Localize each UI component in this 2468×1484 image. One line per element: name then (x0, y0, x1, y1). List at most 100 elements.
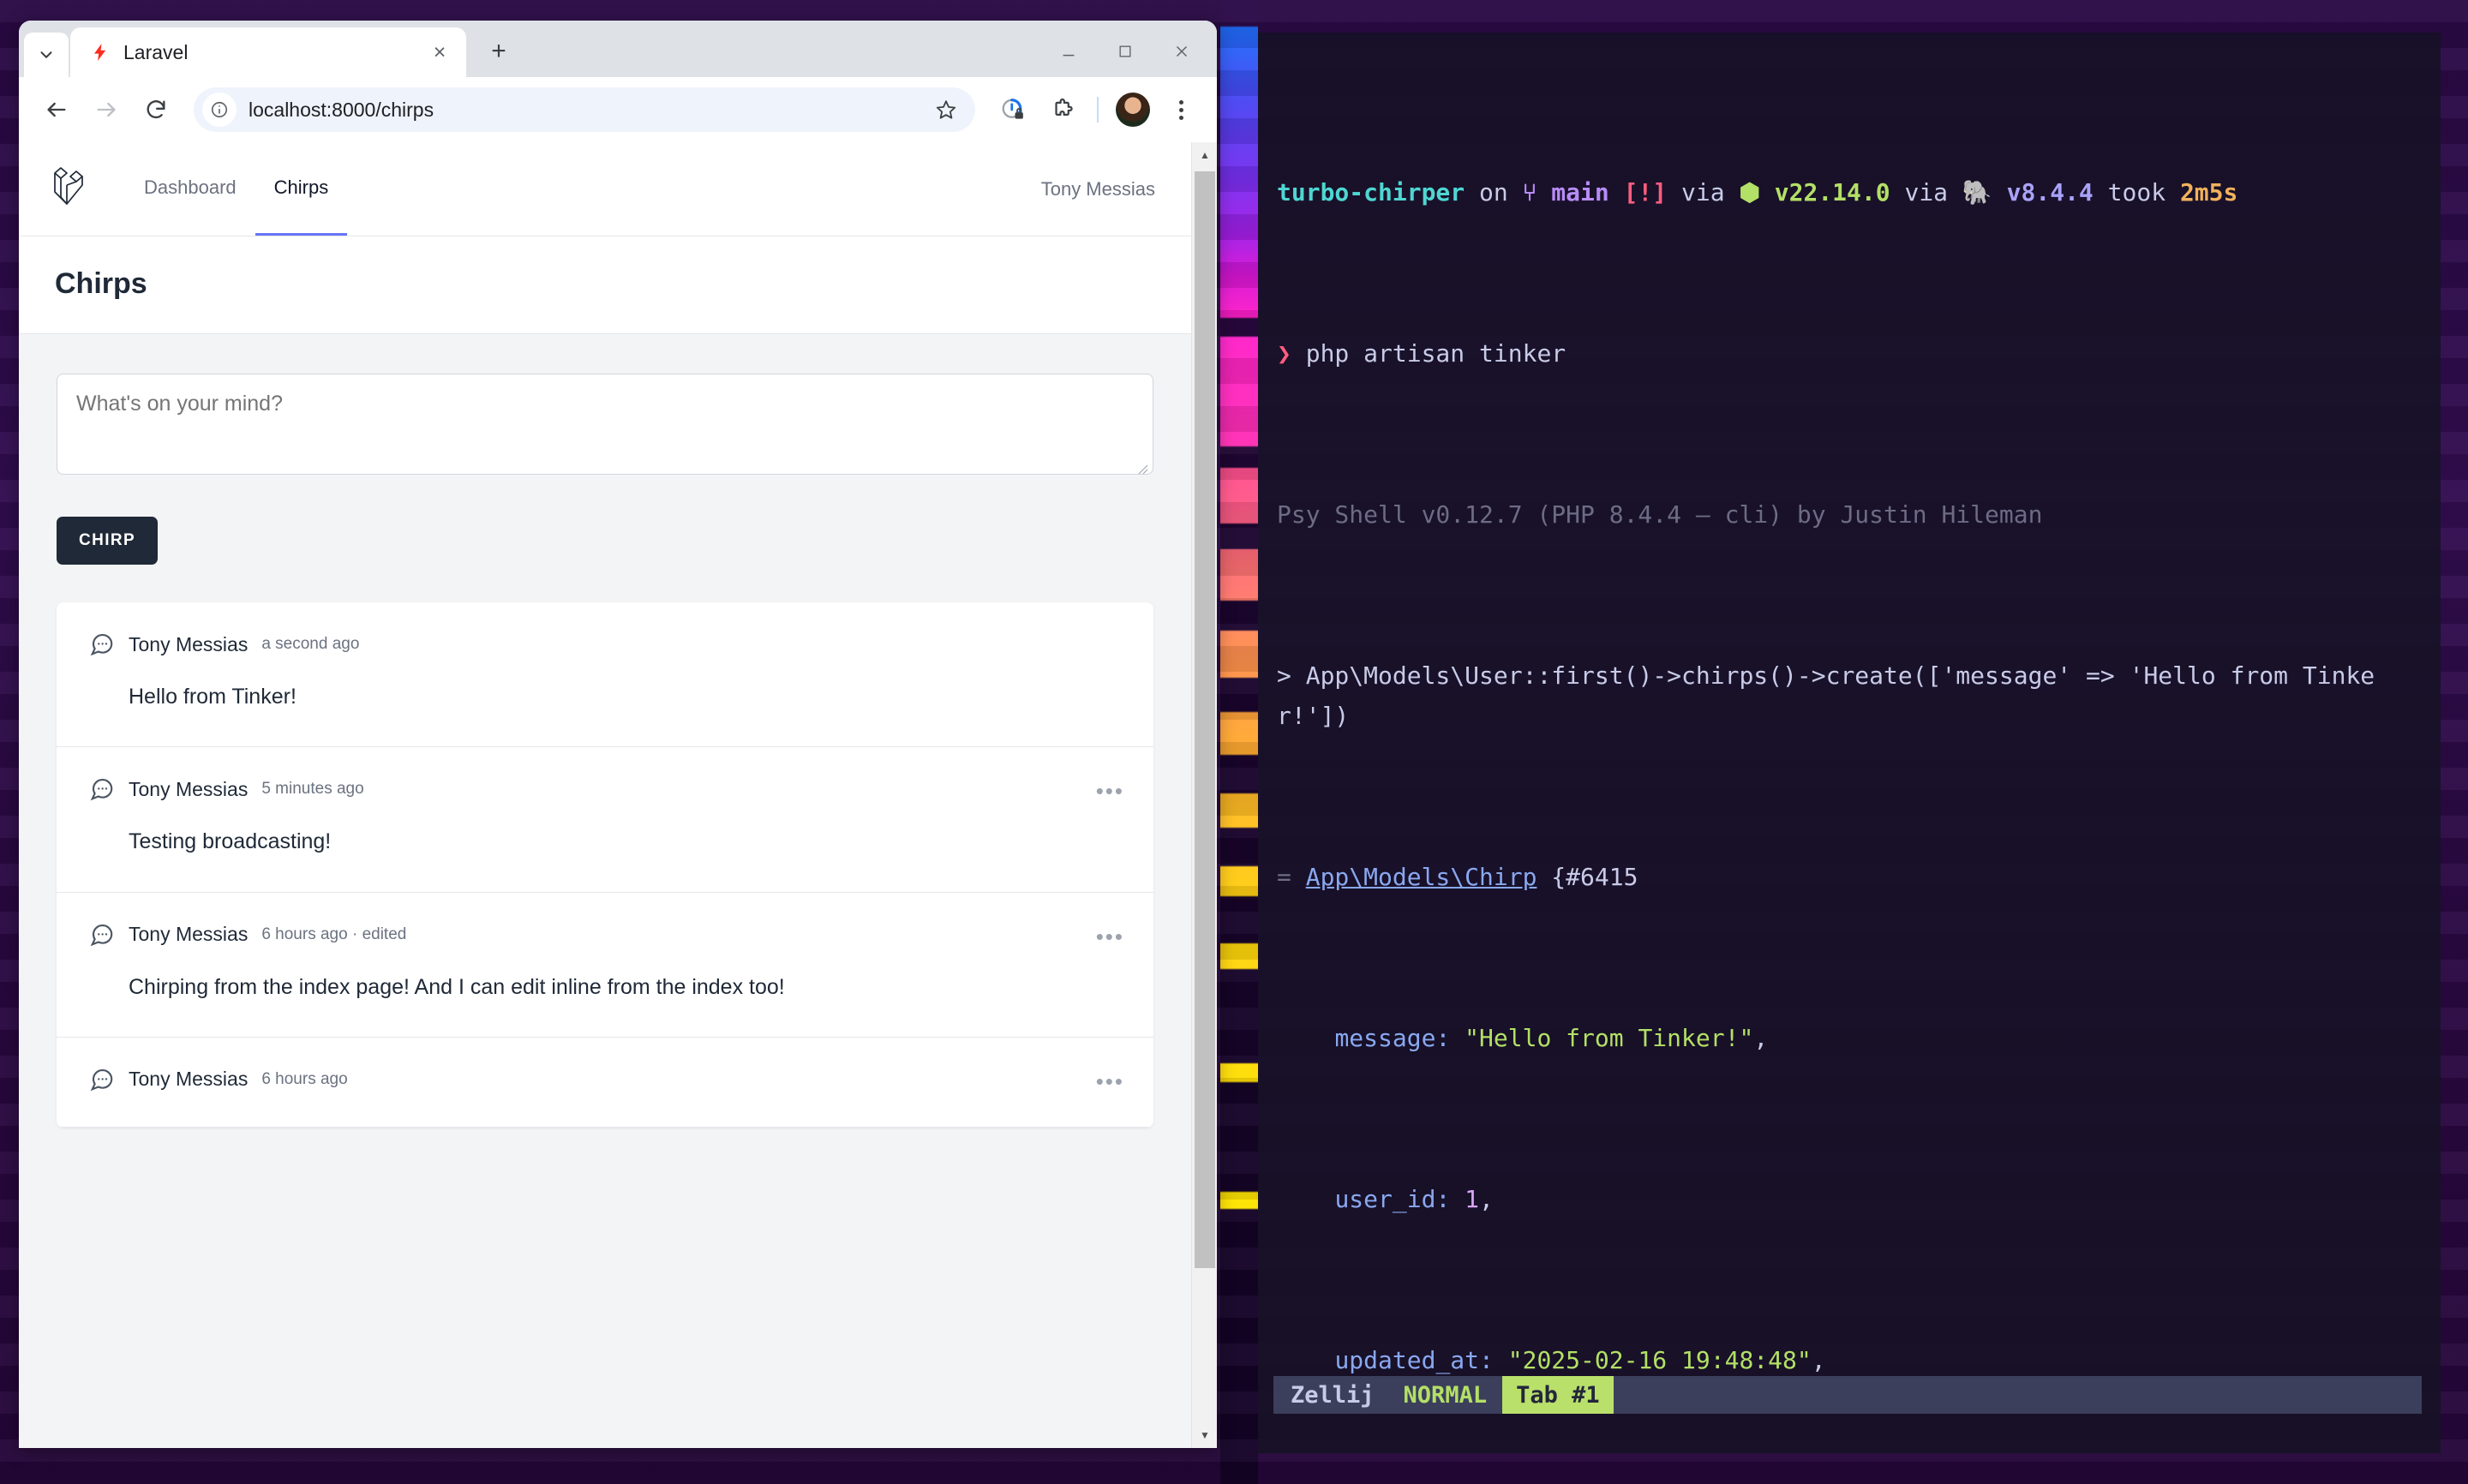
chirp-header: Tony Messias a second ago (89, 631, 1121, 657)
zellij-status-bar: Zellij NORMAL Tab #1 (1273, 1376, 2422, 1414)
psysh-input-expression: App\Models\User::first()->chirps()->crea… (1277, 661, 2375, 730)
prompt-via-1: via (1681, 178, 1725, 206)
scroll-up-arrow-icon[interactable]: ▲ (1192, 142, 1217, 168)
prompt-duration: 2m5s (2179, 178, 2238, 206)
psysh-result-symbol: = (1277, 863, 1291, 891)
laravel-logo[interactable] (51, 166, 89, 212)
chirp-list: Tony Messias a second ago Hello from Tin… (57, 602, 1153, 1128)
prompt-on: on (1479, 178, 1508, 206)
reload-icon[interactable] (134, 87, 178, 132)
scroll-down-arrow-icon[interactable]: ▼ (1192, 1422, 1217, 1448)
chirp-timestamp: 5 minutes ago (261, 780, 364, 799)
zellij-mode: NORMAL (1403, 1381, 1488, 1409)
back-icon[interactable] (34, 87, 79, 132)
app-navbar: Dashboard Chirps Tony Messias (19, 142, 1191, 236)
chat-bubble-icon (89, 776, 115, 802)
prompt-via-2: via (1904, 178, 1949, 206)
minimize-window-icon[interactable] (1040, 33, 1097, 70)
extensions-puzzle-icon[interactable] (1040, 87, 1085, 132)
page-title: Chirps (55, 267, 147, 300)
zellij-tab[interactable]: Tab #1 (1502, 1376, 1614, 1414)
prompt-took-label: took (2107, 178, 2166, 206)
page-viewport: Dashboard Chirps Tony Messias Chirps Wha… (19, 142, 1217, 1448)
close-tab-icon[interactable]: × (425, 38, 454, 67)
nav-user-name[interactable]: Tony Messias (1041, 178, 1155, 200)
url-text[interactable]: localhost:8000/chirps (249, 99, 929, 122)
avatar[interactable] (1111, 87, 1155, 132)
page-scroll-area: Dashboard Chirps Tony Messias Chirps Wha… (19, 142, 1191, 1448)
chirp-header: Tony Messias 6 hours ago (89, 1067, 1121, 1092)
chirp-composer (57, 374, 1153, 479)
chirp-header: Tony Messias 5 minutes ago (89, 776, 1121, 802)
psysh-result-class: App\Models\Chirp (1305, 863, 1537, 891)
terminal-input-line: > App\Models\User::first()->chirps()->cr… (1277, 655, 2441, 736)
terminal-result-line: = App\Models\Chirp {#6415 (1277, 857, 2441, 897)
chirp-submit-button[interactable]: CHIRP (57, 517, 159, 565)
field-value: 1 (1465, 1185, 1480, 1213)
terminal-result-field: updated_at: "2025-02-16 19:48:48", (1277, 1340, 2441, 1380)
field-key: user_id: (1334, 1185, 1451, 1213)
nodejs-icon: ⬢ (1739, 178, 1760, 206)
bookmark-star-icon[interactable] (929, 93, 963, 127)
browser-tab-strip: Laravel × + (19, 21, 1217, 77)
prompt-repo: turbo-chirper (1277, 178, 1465, 206)
page-header: Chirps (19, 236, 1191, 334)
sidebar-item-chirps[interactable]: Chirps (255, 142, 348, 236)
chirp-author: Tony Messias (129, 923, 249, 945)
scrollbar-thumb[interactable] (1195, 171, 1215, 1268)
field-key: message: (1334, 1024, 1451, 1052)
field-comma: , (1479, 1185, 1494, 1213)
chirp-options-icon[interactable]: ••• (1096, 780, 1124, 802)
chirp-author: Tony Messias (129, 1068, 249, 1091)
sidebar-item-dashboard[interactable]: Dashboard (125, 142, 255, 236)
terminal-output: turbo-chirper on ⑂ main [!] via ⬢ v22.14… (1258, 33, 2441, 1453)
privacy-shield-icon[interactable] (991, 87, 1035, 132)
terminal-command: php artisan tinker (1305, 339, 1566, 368)
forward-icon[interactable] (84, 87, 129, 132)
site-info-icon[interactable] (202, 93, 237, 127)
window-controls (1040, 33, 1210, 70)
close-window-icon[interactable] (1153, 33, 1210, 70)
tab-search-icon[interactable] (24, 33, 69, 77)
psysh-banner: Psy Shell v0.12.7 (PHP 8.4.4 — cli) by J… (1277, 500, 2043, 529)
toolbar-divider (1097, 97, 1099, 123)
chirp-message-input[interactable] (57, 374, 1153, 475)
git-branch-icon: ⑂ (1522, 178, 1537, 206)
new-tab-icon[interactable]: + (476, 29, 521, 74)
chirp-list-item: Tony Messias 5 minutes ago ••• Testing b… (57, 747, 1153, 893)
chirp-header: Tony Messias 6 hours ago · edited (89, 922, 1121, 948)
maximize-window-icon[interactable] (1097, 33, 1153, 70)
chirp-timestamp: 6 hours ago · edited (261, 925, 407, 943)
profile-avatar-image (1116, 93, 1150, 127)
chirp-message: Hello from Tinker! (129, 685, 297, 709)
chrome-browser-window: Laravel × + localhost:8000/chirps Dashbo… (19, 21, 1217, 1448)
terminal-prompt-line: turbo-chirper on ⑂ main [!] via ⬢ v22.14… (1277, 172, 2441, 212)
address-bar[interactable]: localhost:8000/chirps (194, 87, 975, 132)
chat-bubble-icon (89, 922, 115, 948)
chirp-list-item: Tony Messias 6 hours ago · edited ••• Ch… (57, 893, 1153, 1038)
browser-tab[interactable]: Laravel × (70, 27, 466, 77)
chirp-list-item: Tony Messias 6 hours ago ••• (57, 1038, 1153, 1128)
chirp-list-item: Tony Messias a second ago Hello from Tin… (57, 602, 1153, 748)
terminal-window[interactable]: turbo-chirper on ⑂ main [!] via ⬢ v22.14… (1258, 33, 2441, 1453)
chirp-options-icon[interactable]: ••• (1096, 1070, 1124, 1092)
chirp-message: Chirping from the index page! And I can … (129, 974, 785, 999)
browser-tab-title: Laravel (123, 40, 189, 63)
chat-bubble-icon (89, 1067, 115, 1092)
prompt-branch: main (1551, 178, 1609, 206)
field-value: "Hello from Tinker!" (1465, 1024, 1754, 1052)
three-dot-menu-icon[interactable] (1160, 89, 1201, 130)
chat-bubble-icon (89, 631, 115, 657)
php-elephant-icon: 🐘 (1962, 178, 1992, 206)
chirp-author: Tony Messias (129, 632, 249, 655)
prompt-symbol: ❯ (1277, 339, 1291, 368)
terminal-result-field: message: "Hello from Tinker!", (1277, 1018, 2441, 1058)
chirp-timestamp: 6 hours ago (261, 1069, 348, 1088)
chirp-options-icon[interactable]: ••• (1096, 925, 1124, 948)
terminal-result-field: user_id: 1, (1277, 1179, 2441, 1219)
page-scrollbar[interactable]: ▲ ▼ (1191, 142, 1217, 1448)
chirp-message: Testing broadcasting! (129, 829, 332, 854)
psysh-result-hash: {#6415 (1551, 863, 1638, 891)
desktop-wallpaper: Laravel × + localhost:8000/chirps Dashbo… (0, 0, 2468, 1484)
prompt-php-version: v8.4.4 (2006, 178, 2094, 206)
